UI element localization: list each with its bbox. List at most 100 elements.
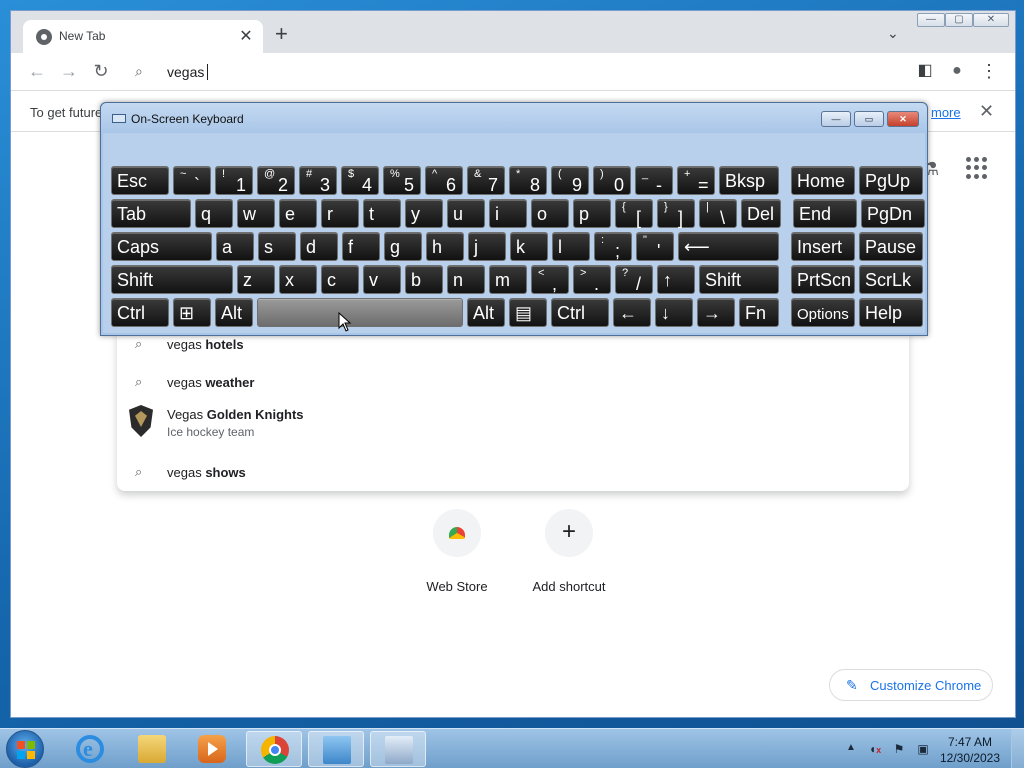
osk-key-5[interactable]: % 5 <box>383 166 421 195</box>
chrome-menu-icon[interactable]: ⋮ <box>979 61 999 81</box>
osk-key-shift[interactable]: Shift <box>699 265 779 294</box>
osk-key-scrlk[interactable]: ScrLk <box>859 265 923 294</box>
osk-key-↑[interactable]: ↑ <box>657 265 695 294</box>
shortcut-web-store[interactable]: Web Store <box>407 509 507 594</box>
window-minimize-button[interactable]: — <box>917 13 945 27</box>
osk-key-pgdn[interactable]: PgDn <box>861 199 925 228</box>
osk-key-s[interactable]: s <box>258 232 296 261</box>
window-close-button[interactable]: ✕ <box>973 13 1009 27</box>
osk-key-k[interactable]: k <box>510 232 548 261</box>
osk-title-bar[interactable]: On-Screen Keyboard — ▭ ✕ <box>101 103 927 133</box>
osk-key-e[interactable]: e <box>279 199 317 228</box>
osk-key-insert[interactable]: Insert <box>791 232 855 261</box>
omnibox[interactable]: ⌕ vegas <box>117 55 909 89</box>
shortcut-add[interactable]: + Add shortcut <box>519 509 619 594</box>
suggestion-vegas-shows[interactable]: ⌕ vegas shows <box>117 459 909 489</box>
osk-restore-button[interactable]: ▭ <box>854 111 884 127</box>
omnibox-input[interactable]: vegas <box>167 64 209 80</box>
osk-key-tab[interactable]: Tab <box>111 199 191 228</box>
osk-key-][interactable]: }] <box>657 199 695 228</box>
osk-key-pgup[interactable]: PgUp <box>859 166 923 195</box>
osk-key-end[interactable]: End <box>793 199 857 228</box>
suggestion-vegas-weather[interactable]: ⌕ vegas weather <box>117 369 909 399</box>
osk-key-⊞[interactable]: ⊞ <box>173 298 211 327</box>
osk-key-2[interactable]: @2 <box>257 166 295 195</box>
osk-key-←[interactable]: ← <box>613 298 651 327</box>
osk-key-m[interactable]: m <box>489 265 527 294</box>
osk-key-'[interactable]: " ' <box>636 232 674 261</box>
osk-key-.[interactable]: >. <box>573 265 611 294</box>
osk-key-⟵[interactable]: ⟵ <box>678 232 779 261</box>
show-desktop-button[interactable] <box>1011 729 1024 768</box>
tab-new-tab[interactable]: New Tab ✕ <box>23 20 263 53</box>
osk-key-`[interactable]: ~ ` <box>173 166 211 195</box>
osk-key-q[interactable]: q <box>195 199 233 228</box>
new-tab-button[interactable]: + <box>275 23 288 45</box>
osk-key-del[interactable]: Del <box>741 199 781 228</box>
osk-key-caps[interactable]: Caps <box>111 232 212 261</box>
osk-key-w[interactable]: w <box>237 199 275 228</box>
taskbar-file-explorer[interactable] <box>124 731 180 767</box>
osk-key-y[interactable]: y <box>405 199 443 228</box>
profile-avatar-icon[interactable]: ● <box>947 61 967 81</box>
osk-key-o[interactable]: o <box>531 199 569 228</box>
osk-key-p[interactable]: p <box>573 199 611 228</box>
osk-key-4[interactable]: $4 <box>341 166 379 195</box>
osk-key-▤[interactable]: ▤ <box>509 298 547 327</box>
suggestion-vegas-golden-knights[interactable]: Vegas Golden Knights Ice hockey team <box>117 401 909 445</box>
osk-key-[[interactable]: {[ <box>615 199 653 228</box>
osk-key-→[interactable]: → <box>697 298 735 327</box>
osk-key-c[interactable]: c <box>321 265 359 294</box>
osk-key-,[interactable]: <, <box>531 265 569 294</box>
osk-key-h[interactable]: h <box>426 232 464 261</box>
osk-key-1[interactable]: ! 1 <box>215 166 253 195</box>
osk-key-;[interactable]: :; <box>594 232 632 261</box>
osk-key-bksp[interactable]: Bksp <box>719 166 779 195</box>
osk-key-t[interactable]: t <box>363 199 401 228</box>
osk-key-u[interactable]: u <box>447 199 485 228</box>
back-arrow-icon[interactable]: ← <box>27 61 47 81</box>
volume-muted-icon[interactable]: ◖x <box>868 742 882 756</box>
osk-key-ctrl[interactable]: Ctrl <box>111 298 169 327</box>
tab-close-icon[interactable]: ✕ <box>237 26 255 46</box>
osk-key-alt[interactable]: Alt <box>467 298 505 327</box>
osk-key-esc[interactable]: Esc <box>111 166 169 195</box>
taskbar-media-player[interactable] <box>184 731 240 767</box>
osk-key-ctrl[interactable]: Ctrl <box>551 298 609 327</box>
osk-key--[interactable]: _ - <box>635 166 673 195</box>
osk-key-g[interactable]: g <box>384 232 422 261</box>
tab-search-chevron-icon[interactable]: ⌄ <box>887 25 899 42</box>
osk-key-j[interactable]: j <box>468 232 506 261</box>
side-panel-icon[interactable]: ◧ <box>915 61 935 81</box>
osk-key-shift[interactable]: Shift <box>111 265 233 294</box>
osk-key-help[interactable]: Help <box>859 298 923 327</box>
osk-key-pause[interactable]: Pause <box>859 232 923 261</box>
taskbar-chrome[interactable] <box>246 731 302 767</box>
osk-key-alt[interactable]: Alt <box>215 298 253 327</box>
network-icon[interactable]: ▣ <box>916 742 930 756</box>
osk-key-n[interactable]: n <box>447 265 485 294</box>
taskbar-internet-explorer[interactable] <box>62 731 118 767</box>
customize-chrome-button[interactable]: ✎ Customize Chrome <box>829 669 993 701</box>
forward-arrow-icon[interactable]: → <box>59 61 79 81</box>
start-button[interactable] <box>6 730 44 768</box>
osk-key-\[interactable]: | \ <box>699 199 737 228</box>
osk-key-9[interactable]: (9 <box>551 166 589 195</box>
osk-close-button[interactable]: ✕ <box>887 111 919 127</box>
osk-key-6[interactable]: ^ 6 <box>425 166 463 195</box>
osk-key-↓[interactable]: ↓ <box>655 298 693 327</box>
osk-key-=[interactable]: + = <box>677 166 715 195</box>
window-maximize-button[interactable]: ▢ <box>945 13 973 27</box>
osk-key-b[interactable]: b <box>405 265 443 294</box>
osk-key-0[interactable]: ) 0 <box>593 166 631 195</box>
osk-key-a[interactable]: a <box>216 232 254 261</box>
osk-key-x[interactable]: x <box>279 265 317 294</box>
osk-key-i[interactable]: i <box>489 199 527 228</box>
osk-key-v[interactable]: v <box>363 265 401 294</box>
action-center-flag-icon[interactable]: ⚑ <box>892 742 906 756</box>
learn-more-link[interactable]: more <box>931 105 961 120</box>
google-apps-icon[interactable] <box>966 157 988 179</box>
osk-key-8[interactable]: * 8 <box>509 166 547 195</box>
osk-key-r[interactable]: r <box>321 199 359 228</box>
osk-key-fn[interactable]: Fn <box>739 298 779 327</box>
